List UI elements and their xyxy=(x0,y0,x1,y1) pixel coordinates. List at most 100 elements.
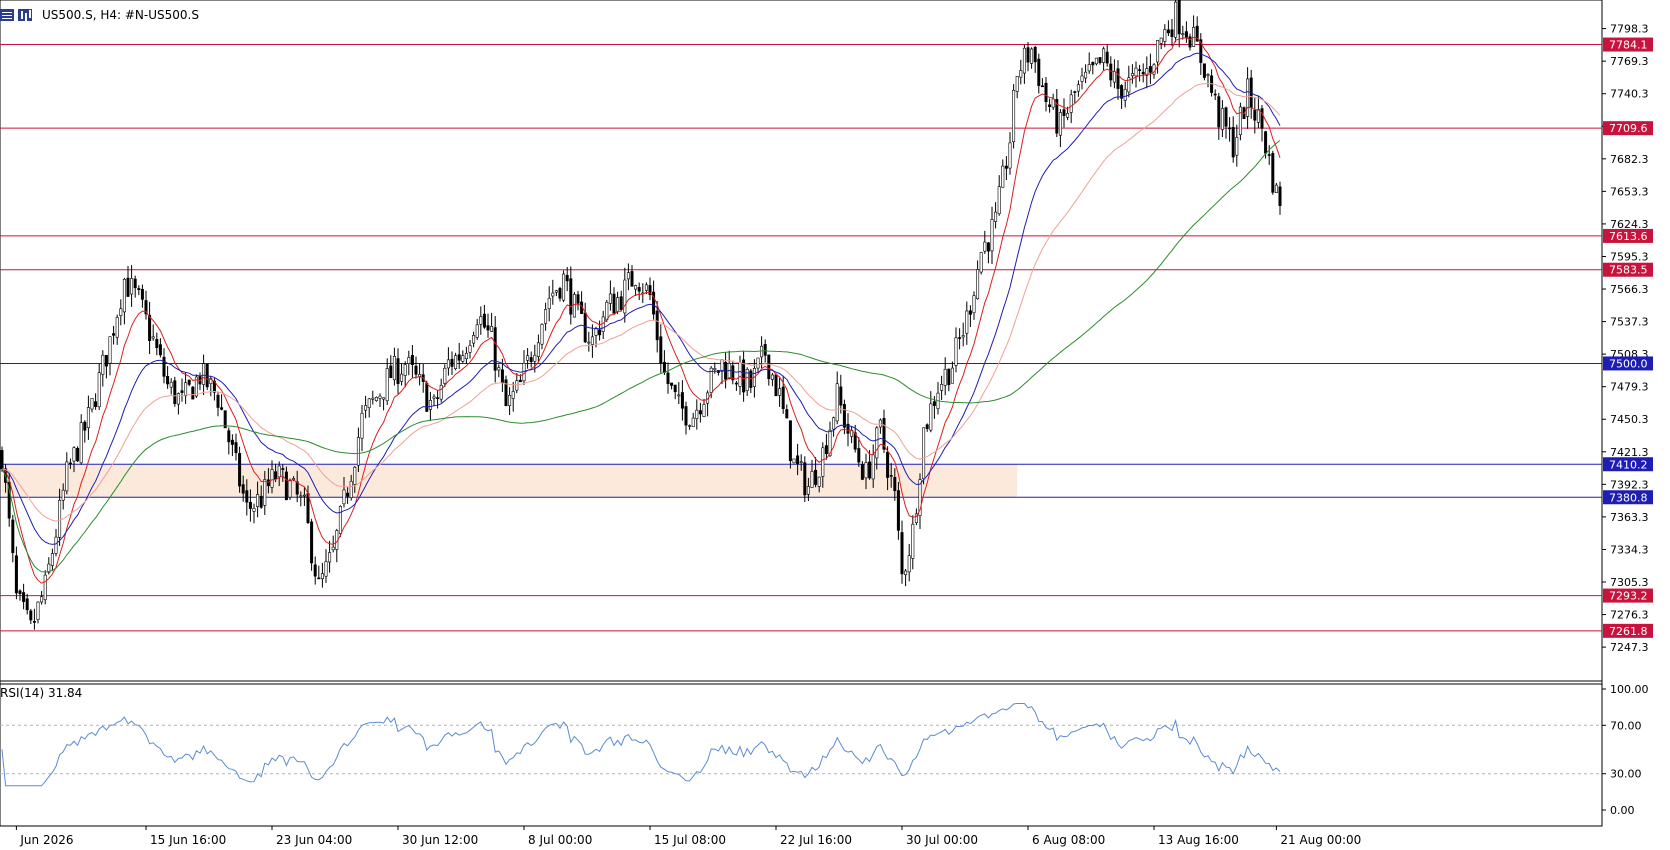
candle-body xyxy=(1213,93,1217,96)
candle-body xyxy=(583,312,587,343)
candle-body xyxy=(623,279,627,314)
candle-body xyxy=(907,555,911,573)
level-tag-label: 7293.2 xyxy=(1609,590,1648,603)
rsi-tick-label: 0.00 xyxy=(1610,804,1635,817)
candle-body xyxy=(1206,74,1210,76)
candle-body xyxy=(760,345,764,358)
time-tick-label: 22 Jul 16:00 xyxy=(780,833,852,847)
candle-body xyxy=(792,458,796,464)
candle-body xyxy=(1040,85,1044,88)
candle-body xyxy=(68,462,72,465)
candle-body xyxy=(655,310,659,341)
ma-200-line xyxy=(1,140,1281,573)
candle-body xyxy=(472,335,476,344)
candle-body xyxy=(220,407,224,410)
candle-body xyxy=(1134,67,1138,77)
candle-body xyxy=(544,309,548,324)
candle-body xyxy=(281,468,285,470)
candle-body xyxy=(817,476,821,487)
candle-body xyxy=(720,359,724,372)
candle-body xyxy=(529,357,533,363)
candle-body xyxy=(122,279,126,313)
level-tag-label: 7709.6 xyxy=(1609,122,1648,135)
candle-body xyxy=(486,325,490,331)
candle-body xyxy=(389,365,393,379)
chart-svg[interactable]: 7798.37769.37740.37682.37653.37624.37595… xyxy=(0,0,1670,850)
price-tick-label: 7392.3 xyxy=(1610,478,1649,491)
candle-body xyxy=(436,397,440,399)
candle-body xyxy=(799,461,803,464)
level-tag-label: 7261.8 xyxy=(1609,625,1648,638)
candle-body xyxy=(810,471,814,488)
candle-body xyxy=(450,358,454,367)
level-tag-label: 7583.5 xyxy=(1609,264,1648,277)
time-tick-label: 30 Jul 00:00 xyxy=(906,833,978,847)
candle-body xyxy=(216,394,220,408)
candle-body xyxy=(245,490,249,503)
candle-body xyxy=(86,407,90,428)
menu-grid-icon[interactable] xyxy=(0,9,14,21)
candle-body xyxy=(65,461,69,492)
candle-body xyxy=(702,404,706,417)
candle-body xyxy=(414,365,418,375)
candle-body xyxy=(94,401,98,408)
price-tick-label: 7276.3 xyxy=(1610,609,1649,622)
candle-body xyxy=(385,368,389,402)
candle-body xyxy=(554,290,558,293)
level-tag-label: 7613.6 xyxy=(1609,230,1648,243)
candle-body xyxy=(1228,127,1232,130)
candle-body xyxy=(1026,47,1030,63)
candle-body xyxy=(43,574,47,601)
candle-body xyxy=(234,442,238,454)
candle-body xyxy=(864,462,868,479)
candle-body xyxy=(832,417,836,430)
candle-body xyxy=(688,425,692,427)
candle-body xyxy=(1235,137,1239,156)
candle-body xyxy=(1073,91,1077,93)
candle-body xyxy=(1112,71,1116,83)
candle-body xyxy=(407,357,411,364)
price-tick-label: 7682.3 xyxy=(1610,153,1649,166)
candle-body xyxy=(331,546,335,551)
candle-body xyxy=(1037,58,1041,86)
candle-body xyxy=(608,293,612,304)
candle-body xyxy=(1019,70,1023,78)
candle-body xyxy=(1001,165,1005,188)
candle-body xyxy=(461,355,465,362)
candle-body xyxy=(79,422,83,464)
candle-body xyxy=(1278,186,1282,206)
candle-body xyxy=(356,437,360,466)
candle-body xyxy=(241,484,245,494)
candle-body xyxy=(778,388,782,396)
candle-body xyxy=(126,277,130,297)
candle-body xyxy=(1087,64,1091,72)
time-tick-label: 15 Jul 08:00 xyxy=(654,833,726,847)
candle-body xyxy=(1004,165,1008,169)
candle-body xyxy=(148,314,152,341)
candle-body xyxy=(770,374,774,380)
candle-body xyxy=(508,395,512,406)
candle-body xyxy=(763,344,767,356)
time-tick-label: 30 Jun 12:00 xyxy=(402,833,478,847)
price-tick-label: 7769.3 xyxy=(1610,55,1649,68)
candle-body xyxy=(518,379,522,383)
time-tick-label: 8 Jul 00:00 xyxy=(528,833,592,847)
candle-body xyxy=(317,577,321,580)
candle-body xyxy=(954,337,958,366)
candle-body xyxy=(551,292,555,297)
candle-body xyxy=(1066,113,1070,118)
candle-body xyxy=(1048,104,1052,108)
candle-body xyxy=(349,481,353,498)
candle-body xyxy=(756,357,760,369)
ma-fast-line xyxy=(1,36,1281,584)
candle-body xyxy=(166,376,170,385)
candle-body xyxy=(511,391,515,399)
candle-body xyxy=(392,356,396,381)
candle-body xyxy=(353,466,357,485)
price-tick-label: 7740.3 xyxy=(1610,88,1649,101)
candle-body xyxy=(400,373,404,382)
candle-body xyxy=(500,369,504,384)
chart-type-icon[interactable] xyxy=(18,9,32,21)
candle-body xyxy=(83,421,87,431)
candle-body xyxy=(634,285,638,290)
